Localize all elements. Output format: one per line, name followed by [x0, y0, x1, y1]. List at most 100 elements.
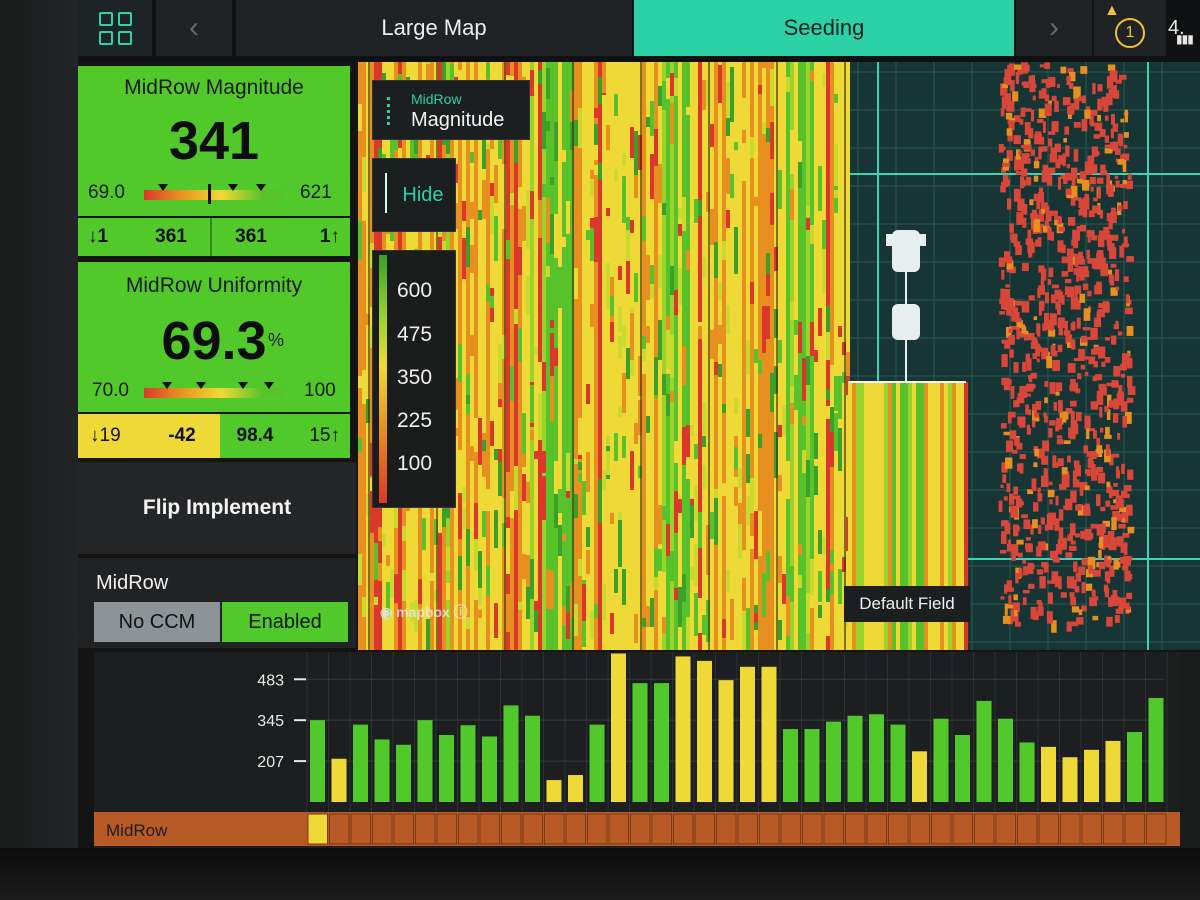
- coverage-patch: [782, 405, 786, 436]
- midrow-magnitude-card[interactable]: MidRow Magnitude 341 69.0 621: [78, 66, 350, 216]
- coverage-patch: [826, 406, 830, 419]
- coverage-patch: [758, 360, 762, 374]
- coverage-patch: [678, 224, 682, 236]
- sparse-coverage-mark: [1069, 523, 1076, 536]
- hide-legend-button[interactable]: Hide: [372, 158, 456, 232]
- coverage-patch: [778, 340, 782, 363]
- row-cell: [995, 813, 1016, 845]
- sparse-coverage-mark: [1113, 483, 1118, 487]
- coverage-patch: [730, 599, 734, 640]
- coverage-patch: [586, 527, 590, 547]
- coverage-patch: [542, 362, 546, 391]
- coverage-patch: [538, 70, 542, 84]
- midrow-option-enabled[interactable]: Enabled: [222, 602, 348, 642]
- coverage-patch: [518, 187, 522, 209]
- apps-grid-icon: [98, 11, 132, 45]
- bar: [396, 744, 411, 802]
- coverage-patch: [658, 164, 662, 203]
- sparse-coverage-mark: [1075, 253, 1083, 264]
- row-cell: [651, 813, 672, 845]
- coverage-stripe: [462, 62, 466, 650]
- tab-seeding[interactable]: Seeding: [634, 0, 1014, 56]
- tab-large-map[interactable]: Large Map: [236, 0, 632, 56]
- coverage-patch: [642, 361, 646, 374]
- sparse-coverage-mark: [1110, 114, 1115, 125]
- sparse-coverage-mark: [1032, 384, 1036, 389]
- sparse-coverage-mark: [1073, 561, 1078, 572]
- coverage-stripe: [722, 62, 726, 650]
- coverage-patch: [826, 306, 830, 333]
- sparse-coverage-mark: [1098, 561, 1106, 570]
- pass-boundary: [572, 62, 574, 650]
- coverage-patch: [518, 365, 522, 382]
- coverage-patch: [722, 63, 726, 76]
- coverage-patch: [494, 165, 498, 203]
- coverage-patch: [754, 197, 758, 206]
- sparse-coverage-mark: [1122, 228, 1126, 234]
- previous-page-button[interactable]: ‹: [156, 0, 232, 56]
- row-cell: [307, 813, 328, 845]
- flip-implement-button[interactable]: Flip Implement: [78, 462, 356, 554]
- coverage-stripe: [582, 62, 586, 650]
- sparse-coverage-mark: [1056, 84, 1061, 88]
- coverage-patch: [614, 569, 618, 593]
- coverage-patch: [494, 603, 498, 638]
- sparse-coverage-mark: [1099, 386, 1107, 396]
- sparse-coverage-mark: [1079, 486, 1084, 496]
- sparse-coverage-mark: [1037, 541, 1046, 551]
- coverage-patch: [762, 573, 766, 617]
- coverage-patch: [554, 461, 558, 494]
- next-page-button[interactable]: ›: [1016, 0, 1092, 56]
- coverage-patch: [390, 232, 394, 241]
- sparse-coverage-mark: [1009, 223, 1014, 233]
- coverage-patch: [490, 183, 494, 196]
- flip-implement-label: Flip Implement: [142, 496, 292, 519]
- coverage-patch: [710, 147, 714, 166]
- coverage-patch: [546, 322, 550, 336]
- coverage-patch: [682, 574, 686, 602]
- sparse-coverage-mark: [1032, 610, 1039, 618]
- mapbox-attribution: ◉ mapbox ⓘ: [380, 604, 468, 620]
- sparse-coverage-mark: [1091, 235, 1098, 241]
- sparse-coverage-mark: [1020, 107, 1026, 117]
- magnitude-value: 341: [168, 111, 260, 171]
- field-map[interactable]: MidRow Magnitude Hide 600 475 350 225 10…: [358, 62, 1200, 650]
- sparse-coverage-mark: [1070, 621, 1079, 627]
- sparse-coverage-mark: [1110, 263, 1117, 268]
- sparse-coverage-mark: [1013, 524, 1019, 537]
- coverage-patch: [574, 494, 578, 518]
- coverage-patch: [618, 307, 622, 332]
- sparse-coverage-mark: [1097, 102, 1103, 111]
- coverage-patch: [374, 597, 378, 605]
- midrow-option-no-ccm[interactable]: No CCM: [94, 602, 220, 642]
- sparse-coverage-mark: [1029, 199, 1034, 206]
- coverage-patch: [550, 214, 554, 254]
- coverage-patch: [666, 330, 670, 369]
- uniformity-min: 70.0: [92, 380, 129, 401]
- apps-grid-button[interactable]: [78, 0, 152, 56]
- alerts-button[interactable]: ▲ 1: [1094, 0, 1166, 56]
- coverage-patch: [742, 98, 746, 130]
- coverage-patch: [558, 525, 562, 556]
- coverage-patch: [614, 208, 618, 226]
- magnitude-title: MidRow Magnitude: [124, 76, 304, 99]
- map-layer-button[interactable]: MidRow Magnitude: [372, 80, 530, 140]
- coverage-patch: [482, 151, 486, 164]
- coverage-patch: [626, 135, 630, 158]
- uniformity-left-count-value: 19: [99, 425, 121, 446]
- coverage-patch: [838, 326, 842, 337]
- coverage-stripe: [762, 62, 766, 650]
- sparse-coverage-mark: [1072, 229, 1081, 241]
- coverage-patch: [478, 418, 482, 465]
- bar: [611, 653, 626, 802]
- coverage-patch: [678, 155, 682, 180]
- sparse-coverage-mark: [1122, 179, 1127, 185]
- uniformity-right-count: 15 ↑: [290, 414, 350, 458]
- row-cell: [565, 813, 586, 845]
- midrow-uniformity-card[interactable]: MidRow Uniformity 69.3 % 70.0 100: [78, 262, 350, 412]
- coverage-patch: [666, 316, 670, 332]
- sparse-coverage-mark: [1010, 233, 1017, 241]
- bar: [998, 718, 1013, 802]
- legend-label: 600: [397, 279, 433, 302]
- coverage-patch: [582, 481, 586, 515]
